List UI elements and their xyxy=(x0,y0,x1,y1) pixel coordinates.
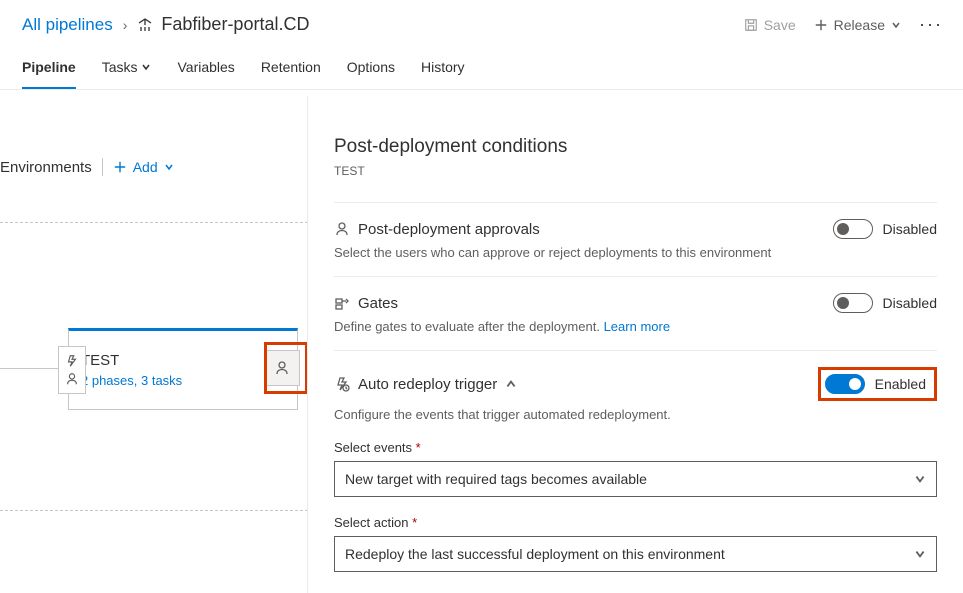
tab-row: Pipeline Tasks Variables Retention Optio… xyxy=(0,49,963,90)
trigger-toggle[interactable] xyxy=(825,374,865,394)
gates-learn-more-link[interactable]: Learn more xyxy=(604,319,670,334)
gates-toggle[interactable] xyxy=(833,293,873,313)
save-label: Save xyxy=(764,17,796,33)
panel-title: Post-deployment conditions xyxy=(334,136,937,158)
section-header: Auto redeploy trigger Enabled xyxy=(334,367,937,401)
action-label-text: Select action xyxy=(334,515,408,530)
stage-name: TEST xyxy=(81,352,285,369)
tab-options[interactable]: Options xyxy=(347,49,395,89)
tab-tasks[interactable]: Tasks xyxy=(102,49,152,89)
chevron-down-icon xyxy=(891,20,901,30)
person-icon xyxy=(274,360,290,376)
add-label: Add xyxy=(133,159,158,175)
section-header: Gates Disabled xyxy=(334,293,937,313)
events-select[interactable]: New target with required tags becomes av… xyxy=(334,461,937,497)
release-label: Release xyxy=(834,17,885,33)
add-environment-button[interactable]: Add xyxy=(113,159,174,175)
approvals-toggle-wrap: Disabled xyxy=(833,219,937,239)
trigger-icon xyxy=(65,354,79,368)
events-field-label: Select events * xyxy=(334,440,937,455)
approvals-toggle-label: Disabled xyxy=(883,221,937,237)
more-button[interactable]: ··· xyxy=(919,14,943,35)
action-field-label: Select action * xyxy=(334,515,937,530)
events-label-text: Select events xyxy=(334,440,412,455)
section-header: Post-deployment approvals Disabled xyxy=(334,219,937,239)
tab-retention[interactable]: Retention xyxy=(261,49,321,89)
breadcrumb: All pipelines › Fabfiber-portal.CD xyxy=(22,14,309,35)
gates-section: Gates Disabled Define gates to evaluate … xyxy=(334,276,937,350)
stage-card-body: TEST 2 phases, 3 tasks xyxy=(69,344,297,396)
pipeline-title: Fabfiber-portal.CD xyxy=(137,14,309,35)
environments-header: Environments Add xyxy=(0,158,174,176)
action-select-value: Redeploy the last successful deployment … xyxy=(345,546,725,562)
plus-icon xyxy=(113,160,127,174)
pipeline-icon xyxy=(137,17,153,33)
panel-subtitle: TEST xyxy=(334,164,937,178)
trigger-desc: Configure the events that trigger automa… xyxy=(334,407,937,422)
post-deployment-panel: Post-deployment conditions TEST Post-dep… xyxy=(308,96,963,593)
vertical-divider xyxy=(102,158,103,176)
approvals-toggle[interactable] xyxy=(833,219,873,239)
gates-toggle-wrap: Disabled xyxy=(833,293,937,313)
chevron-down-icon xyxy=(164,162,174,172)
gates-desc: Define gates to evaluate after the deplo… xyxy=(334,319,937,334)
pipeline-title-text: Fabfiber-portal.CD xyxy=(161,14,309,35)
breadcrumb-row: All pipelines › Fabfiber-portal.CD Save … xyxy=(0,0,963,49)
tab-pipeline[interactable]: Pipeline xyxy=(22,49,76,89)
required-star: * xyxy=(412,515,417,530)
pre-deploy-badge[interactable] xyxy=(58,346,86,394)
gates-title: Gates xyxy=(358,295,398,312)
trigger-title: Auto redeploy trigger xyxy=(358,376,497,393)
gates-icon xyxy=(334,295,350,311)
tab-tasks-label: Tasks xyxy=(102,59,138,75)
trigger-icon xyxy=(334,376,350,392)
required-star: * xyxy=(416,440,421,455)
post-deploy-button[interactable] xyxy=(264,350,300,386)
breadcrumb-root-link[interactable]: All pipelines xyxy=(22,15,113,35)
trigger-toggle-label: Enabled xyxy=(875,376,926,392)
person-icon xyxy=(65,372,79,386)
approvals-desc: Select the users who can approve or reje… xyxy=(334,245,937,260)
chevron-down-icon xyxy=(914,548,926,560)
stage-card-wrap: TEST 2 phases, 3 tasks xyxy=(68,328,298,410)
header-actions: Save Release ··· xyxy=(744,14,943,35)
events-select-value: New target with required tags becomes av… xyxy=(345,471,647,487)
gates-desc-text: Define gates to evaluate after the deplo… xyxy=(334,319,600,334)
tab-history[interactable]: History xyxy=(421,49,465,89)
chevron-up-icon xyxy=(505,378,517,390)
person-icon xyxy=(334,221,350,237)
save-icon xyxy=(744,18,758,32)
approvals-section: Post-deployment approvals Disabled Selec… xyxy=(334,202,937,276)
trigger-title-wrap[interactable]: Auto redeploy trigger xyxy=(334,376,517,393)
chevron-down-icon xyxy=(141,62,151,72)
stage-tasks-link[interactable]: 2 phases, 3 tasks xyxy=(81,373,285,388)
environments-label: Environments xyxy=(0,159,92,176)
approvals-title: Post-deployment approvals xyxy=(358,221,540,238)
chevron-down-icon xyxy=(914,473,926,485)
plus-icon xyxy=(814,18,828,32)
save-button[interactable]: Save xyxy=(744,17,796,33)
tab-variables[interactable]: Variables xyxy=(177,49,234,89)
action-select[interactable]: Redeploy the last successful deployment … xyxy=(334,536,937,572)
trigger-section: Auto redeploy trigger Enabled Configure … xyxy=(334,350,937,588)
highlight-box: Enabled xyxy=(818,367,937,401)
gates-toggle-label: Disabled xyxy=(883,295,937,311)
release-button[interactable]: Release xyxy=(814,17,901,33)
chevron-right-icon: › xyxy=(123,17,128,33)
